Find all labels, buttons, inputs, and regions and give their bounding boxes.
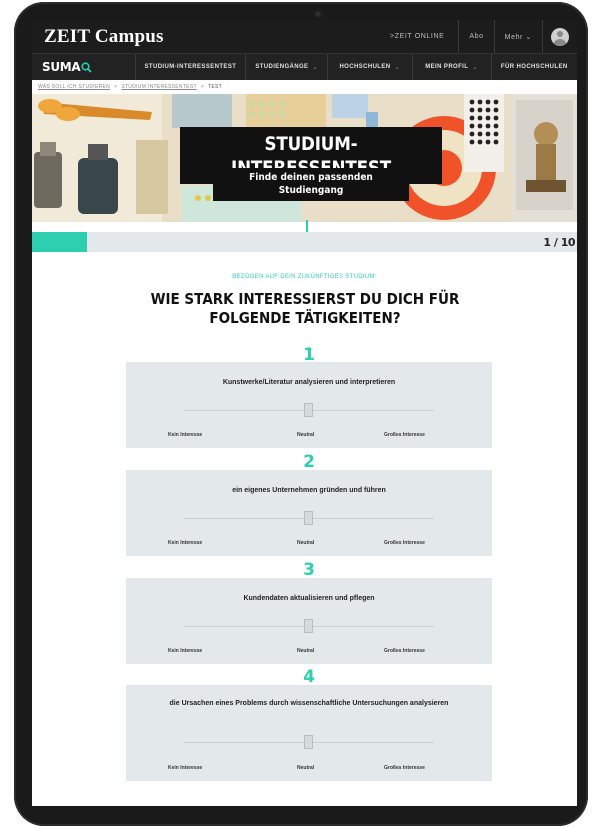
breadcrumb-current: TEST: [208, 84, 223, 90]
nav-item-mein-profil[interactable]: MEIN PROFIL ⌄: [411, 54, 491, 80]
progress-counter: 1 / 10: [543, 236, 575, 249]
scale-label-mid: Neutral: [297, 540, 315, 546]
scale-label-low: Kein Interesse: [168, 540, 203, 546]
suma-logo-text: SUMA: [42, 60, 81, 74]
scale-label-mid: Neutral: [297, 648, 315, 654]
scale-label-high: Großes Interesse: [384, 540, 425, 546]
scale-label-mid: Neutral: [297, 765, 315, 771]
slider-thumb[interactable]: [304, 511, 313, 525]
top-links: >ZEIT ONLINE Abo Mehr ⌄: [380, 20, 577, 53]
browser-screen: ZEIT Campus >ZEIT ONLINE Abo Mehr ⌄ SUMA…: [32, 20, 577, 806]
nav-item-label: MEIN PROFIL: [425, 64, 469, 70]
scale-label-high: Großes Interesse: [384, 432, 425, 438]
item-text: Kunstwerke/Literatur analysieren und int…: [222, 379, 396, 386]
question-kicker: BEZOGEN AUF DEIN ZUKÜNFTIGES STUDIUM:: [232, 274, 377, 280]
chevron-down-icon: ⌄: [394, 64, 400, 71]
slider-thumb[interactable]: [304, 735, 313, 749]
main-nav: SUMA STUDIUM-INTERESSENTEST STUDIENGÄNGE…: [32, 53, 577, 80]
scale-label-high: Großes Interesse: [384, 648, 425, 654]
item-text: ein eigenes Unternehmen gründen und führ…: [232, 487, 386, 494]
progress-fill: [32, 232, 87, 252]
mehr-menu[interactable]: Mehr ⌄: [493, 20, 542, 53]
nav-item-label: FÜR HOCHSCHULEN: [500, 64, 568, 70]
scale-label-low: Kein Interesse: [168, 765, 203, 771]
camera-dot: [314, 10, 322, 18]
hero-banner: STUDIUM-INTERESSENTEST Finde deinen pass…: [32, 94, 577, 222]
question-heading: WIE STARK INTERESSIERST DU DICH FÜR FOLG…: [150, 290, 459, 327]
nav-item-interessentest[interactable]: STUDIUM-INTERESSENTEST: [134, 54, 246, 80]
nav-item-label: STUDIENGÄNGE: [255, 64, 309, 70]
chevron-down-icon: ⌄: [312, 64, 318, 71]
avatar-icon: [551, 27, 569, 46]
question-list: 1 Kunstwerke/Literatur analysieren und i…: [126, 346, 492, 781]
item-number: 2: [303, 452, 315, 472]
nav-item-fuer-hochschulen[interactable]: FÜR HOCHSCHULEN: [490, 54, 577, 80]
question-item: ein eigenes Unternehmen gründen und führ…: [126, 470, 492, 556]
nav-item-label: STUDIUM-INTERESSENTEST: [144, 64, 237, 70]
breadcrumb: WAS SOLL ICH STUDIEREN > STUDIUM INTERES…: [32, 80, 577, 94]
nav-item-studiengaenge[interactable]: STUDIENGÄNGE ⌄: [245, 54, 327, 80]
scale-label-mid: Neutral: [297, 432, 315, 438]
progress-bar: 1 / 10: [32, 220, 577, 252]
item-text: die Ursachen eines Problems durch wissen…: [169, 700, 449, 707]
nav-item-label: HOCHSCHULEN: [339, 64, 391, 70]
breadcrumb-separator: >: [200, 84, 205, 90]
item-number: 4: [303, 667, 315, 687]
question-item: Kunstwerke/Literatur analysieren und int…: [126, 362, 492, 448]
breadcrumb-link[interactable]: WAS SOLL ICH STUDIEREN: [38, 84, 110, 90]
slider-thumb[interactable]: [304, 403, 313, 417]
search-icon: [81, 61, 93, 73]
slider-thumb[interactable]: [304, 619, 313, 633]
zeit-online-link[interactable]: >ZEIT ONLINE: [380, 20, 458, 53]
chevron-down-icon: ⌄: [472, 64, 478, 71]
user-menu[interactable]: [542, 20, 577, 53]
scale-label-low: Kein Interesse: [168, 432, 203, 438]
top-bar: ZEIT Campus >ZEIT ONLINE Abo Mehr ⌄: [32, 20, 577, 53]
nav-item-hochschulen[interactable]: HOCHSCHULEN ⌄: [326, 54, 412, 80]
suma-logo[interactable]: SUMA: [32, 54, 135, 80]
abo-link[interactable]: Abo: [458, 20, 493, 53]
breadcrumb-separator: >: [114, 84, 118, 90]
hero-subtitle: Finde deinen passenden Studiengang: [249, 172, 373, 196]
hero-subtitle-box: Finde deinen passenden Studiengang: [213, 168, 409, 201]
question-item: Kundendaten aktualisieren und pflegen Ke…: [126, 578, 492, 664]
question-item: die Ursachen eines Problems durch wissen…: [126, 685, 492, 781]
item-number: 3: [303, 560, 315, 580]
item-text: Kundendaten aktualisieren und pflegen: [243, 595, 375, 602]
brand-logo[interactable]: ZEIT Campus: [32, 26, 164, 48]
scale-label-low: Kein Interesse: [168, 648, 203, 654]
breadcrumb-link[interactable]: STUDIUM INTERESSENTEST: [121, 84, 197, 90]
scale-label-high: Großes Interesse: [384, 765, 425, 771]
progress-stem: [306, 220, 308, 232]
